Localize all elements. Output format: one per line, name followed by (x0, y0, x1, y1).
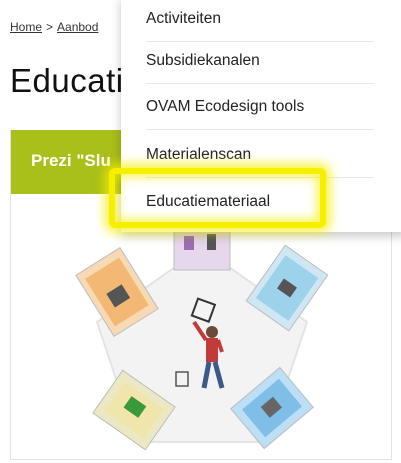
breadcrumb-separator: > (46, 20, 54, 34)
menu-item-ovam-ecodesign-tools[interactable]: OVAM Ecodesign tools (146, 84, 374, 130)
page-title: Educati (10, 62, 124, 99)
pentagon-illustration (75, 230, 329, 451)
highlight-annotation (109, 168, 326, 228)
breadcrumb-home-link[interactable]: Home (10, 20, 42, 34)
menu-item-activiteiten[interactable]: Activiteiten (146, 0, 374, 42)
card-header-title: Prezi "Slu (31, 151, 111, 170)
breadcrumb-aanbod-link[interactable]: Aanbod (57, 20, 98, 34)
menu-item-subsidiekanalen[interactable]: Subsidiekanalen (146, 38, 374, 84)
breadcrumb: Home > Aanbod (10, 20, 98, 34)
panel-top-image (173, 230, 231, 271)
